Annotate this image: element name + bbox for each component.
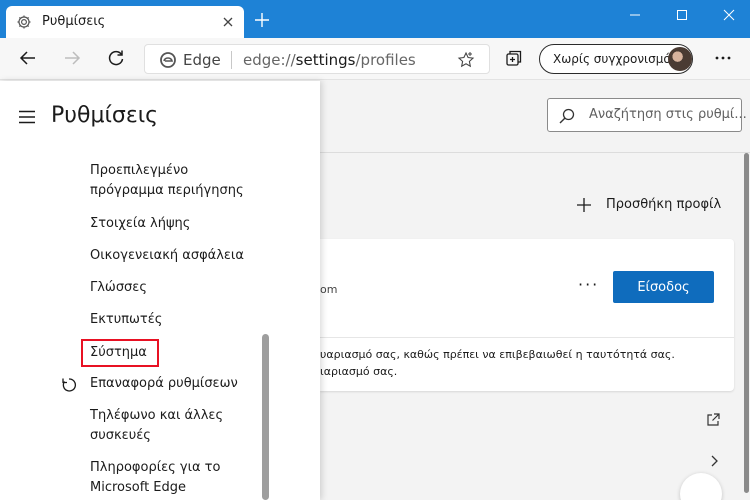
nav-item-reset[interactable]: Επαναφορά ρυθμίσεων	[62, 374, 265, 394]
card-divider	[320, 337, 734, 338]
favorite-star-icon[interactable]	[457, 51, 475, 69]
nav-item-downloads[interactable]: Στοιχεία λήψης	[90, 214, 265, 234]
new-tab-icon[interactable]	[254, 12, 270, 28]
page-scrollbar[interactable]	[743, 153, 750, 500]
nav-item-reset-label: Επαναφορά ρυθμίσεων	[90, 376, 238, 391]
tab-settings[interactable]: Ρυθμίσεις	[6, 6, 244, 38]
page-scrollbar-thumb[interactable]	[744, 153, 749, 493]
sign-in-button[interactable]: Είσοδος	[613, 271, 714, 303]
settings-content: Αναζήτηση στις ρυθμί... Προσθήκη προφίλ …	[320, 81, 750, 500]
back-arrow-icon[interactable]	[18, 48, 38, 68]
notice-text-line2: ιαριασμό σας.	[320, 365, 398, 378]
nav-item-default-browser[interactable]: Προεπιλεγμένο πρόγραμμα περιήγησης	[90, 161, 265, 201]
nav-item-languages[interactable]: Γλώσσες	[90, 278, 265, 298]
reset-icon	[62, 378, 77, 392]
profile-more-button[interactable]: ···	[578, 275, 599, 294]
nav-item-family-safety[interactable]: Οικογενειακή ασφάλεια	[90, 246, 265, 266]
collections-icon[interactable]	[504, 48, 524, 68]
panel-title: Ρυθμίσεις	[51, 103, 159, 128]
minimize-icon[interactable]	[626, 6, 644, 24]
header-divider	[320, 152, 750, 153]
toolbar: Edge edge://settings/profiles Χωρίς συγχ…	[0, 38, 750, 80]
address-bar[interactable]: Edge edge://settings/profiles	[144, 44, 490, 74]
panel-scrollbar[interactable]	[262, 334, 269, 500]
tab-strip: Ρυθμίσεις	[0, 0, 750, 38]
gear-icon	[17, 15, 31, 29]
highlight-annotation	[81, 339, 159, 367]
avatar	[668, 47, 692, 71]
external-link-icon[interactable]	[705, 412, 721, 428]
search-icon	[559, 108, 575, 124]
address-brand: Edge	[183, 51, 221, 69]
maximize-icon[interactable]	[673, 6, 691, 24]
nav-item-phone-devices[interactable]: Τηλέφωνο και άλλες συσκευές	[90, 406, 265, 446]
nav-item-about-edge[interactable]: Πληροφορίες για το Microsoft Edge	[90, 458, 265, 498]
address-url: edge://settings/profiles	[243, 51, 416, 69]
profile-card: om ··· Είσοδος υαριασμό σας, καθώς πρέπε…	[320, 239, 734, 391]
address-divider	[231, 51, 232, 69]
chevron-right-icon[interactable]	[707, 454, 721, 468]
nav-item-printers[interactable]: Εκτυπωτές	[90, 310, 265, 330]
sync-status-label: Χωρίς συγχρονισμό	[553, 52, 671, 66]
notice-text-line1: υαριασμό σας, καθώς πρέπει να επιβεβαιωθ…	[320, 348, 675, 361]
search-placeholder: Αναζήτηση στις ρυθμί...	[589, 107, 747, 122]
forward-arrow-icon[interactable]	[62, 48, 82, 68]
floating-button[interactable]	[680, 473, 722, 500]
more-options-icon[interactable]	[713, 48, 733, 68]
hamburger-menu-icon[interactable]	[19, 110, 37, 124]
refresh-icon[interactable]	[106, 48, 126, 68]
add-profile-label: Προσθήκη προφίλ	[606, 197, 722, 212]
window-close-icon[interactable]	[720, 6, 738, 24]
add-profile-button[interactable]: Προσθήκη προφίλ	[576, 195, 726, 217]
profile-sync-button[interactable]: Χωρίς συγχρονισμό	[539, 44, 693, 74]
plus-icon	[577, 198, 591, 212]
edge-logo-icon	[160, 52, 176, 68]
profile-email: om	[320, 283, 338, 296]
settings-side-panel: Ρυθμίσεις Προεπιλεγμένο πρόγραμμα περιήγ…	[0, 81, 320, 500]
settings-search-input[interactable]: Αναζήτηση στις ρυθμί...	[547, 98, 747, 132]
tab-title: Ρυθμίσεις	[42, 14, 106, 29]
close-icon[interactable]	[220, 14, 236, 30]
